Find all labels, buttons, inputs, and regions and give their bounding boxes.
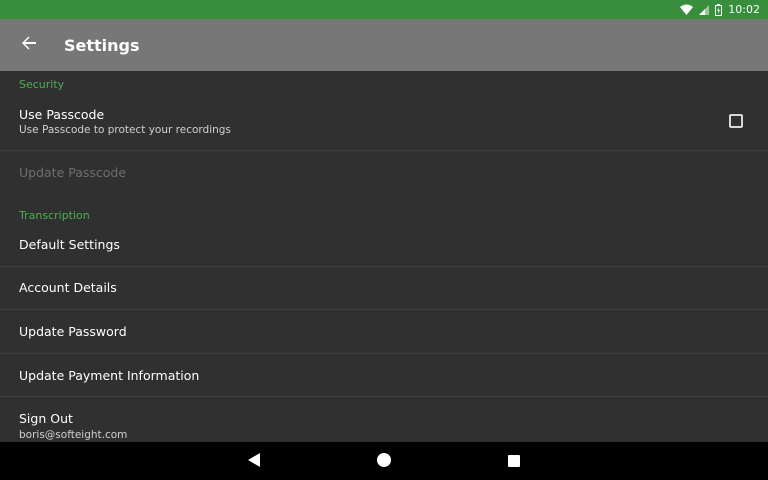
square-recents-icon	[508, 452, 520, 471]
sign-out-item[interactable]: Sign Out boris@softeight.com	[0, 397, 768, 442]
default-settings-item[interactable]: Default Settings	[0, 223, 768, 265]
signal-icon	[699, 4, 710, 15]
update-payment-title: Update Payment Information	[19, 368, 200, 383]
section-header-transcription: Transcription	[19, 209, 90, 222]
account-details-title: Account Details	[19, 280, 117, 295]
account-details-item[interactable]: Account Details	[0, 267, 768, 309]
update-passcode-title: Update Passcode	[19, 165, 127, 180]
section-header-security: Security	[19, 78, 65, 91]
update-passcode-item: Update Passcode	[0, 151, 768, 193]
clock: 10:02	[728, 3, 760, 16]
update-password-item[interactable]: Update Password	[0, 310, 768, 352]
settings-list[interactable]: Security Use Passcode Use Passcode to pr…	[0, 71, 768, 442]
update-password-title: Update Password	[19, 324, 127, 339]
update-payment-item[interactable]: Update Payment Information	[0, 354, 768, 396]
battery-icon	[715, 3, 723, 16]
page-title: Settings	[64, 35, 140, 55]
use-passcode-checkbox[interactable]	[729, 114, 743, 128]
circle-home-icon	[377, 452, 391, 471]
arrow-back-icon	[21, 35, 37, 55]
sign-out-email: boris@softeight.com	[19, 429, 128, 441]
recents-nav-button[interactable]	[494, 442, 534, 480]
back-nav-button[interactable]	[234, 442, 274, 480]
home-nav-button[interactable]	[364, 442, 404, 480]
status-bar: 10:02	[0, 0, 768, 19]
use-passcode-summary: Use Passcode to protect your recordings	[19, 124, 231, 136]
sign-out-title: Sign Out	[19, 411, 73, 426]
wifi-icon	[680, 4, 694, 15]
use-passcode-item[interactable]: Use Passcode Use Passcode to protect you…	[0, 97, 768, 150]
app-bar: Settings	[0, 19, 768, 71]
triangle-back-icon	[248, 452, 260, 471]
back-button[interactable]	[9, 25, 49, 65]
default-settings-title: Default Settings	[19, 237, 120, 252]
navigation-bar	[0, 442, 768, 480]
use-passcode-title: Use Passcode	[19, 107, 105, 122]
